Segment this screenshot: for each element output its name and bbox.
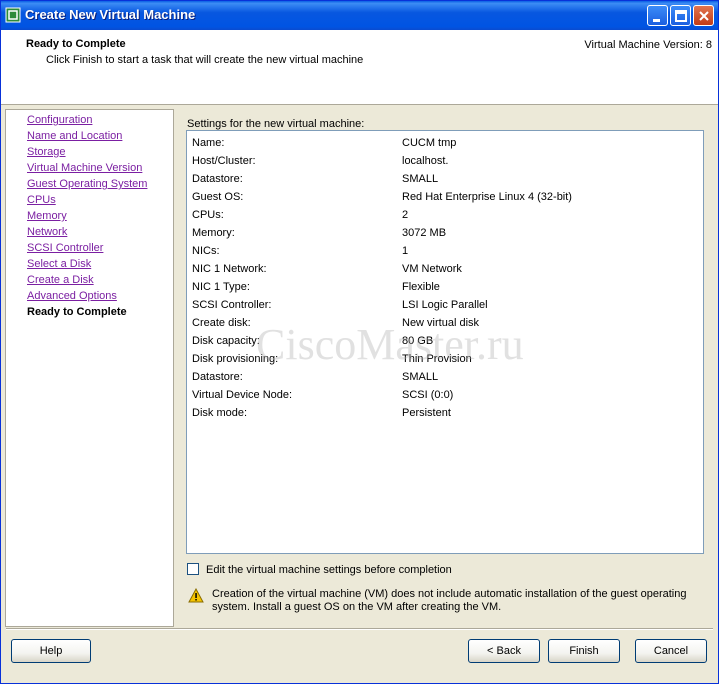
setting-key: Virtual Device Node: [192, 389, 293, 401]
vm-version-label: Virtual Machine Version: 8 [584, 39, 712, 51]
setting-key: CPUs: [192, 209, 224, 221]
setting-key: SCSI Controller: [192, 299, 272, 311]
back-button[interactable]: < Back [468, 639, 540, 663]
help-button[interactable]: Help [11, 639, 91, 663]
page-title: Ready to Complete [26, 38, 126, 50]
setting-value: VM Network [402, 263, 462, 275]
vm-app-icon [5, 7, 21, 23]
settings-row: NIC 1 Type: Flexible [187, 278, 703, 296]
setting-value: 80 GB [402, 335, 434, 347]
edit-settings-checkbox[interactable] [187, 563, 199, 575]
settings-row: NICs: 1 [187, 242, 703, 260]
sidebar-item-configuration[interactable]: Configuration [27, 112, 92, 128]
setting-key: Datastore: [192, 371, 243, 383]
settings-row: Datastore: SMALL [187, 170, 703, 188]
minimize-icon [653, 19, 660, 22]
settings-row: Host/Cluster: localhost. [187, 152, 703, 170]
settings-row: CPUs: 2 [187, 206, 703, 224]
settings-row: Guest OS: Red Hat Enterprise Linux 4 (32-… [187, 188, 703, 206]
setting-key: Disk capacity: [192, 335, 260, 347]
footer-divider [6, 628, 713, 630]
setting-value: Red Hat Enterprise Linux 4 (32-bit) [402, 191, 572, 203]
maximize-icon [675, 10, 687, 22]
settings-summary-box: Name: CUCM tmp Host/Cluster: localhost. Da… [186, 130, 704, 554]
settings-row: Disk capacity: 80 GB [187, 332, 703, 350]
setting-key: Create disk: [192, 317, 251, 329]
sidebar-item-guest-os[interactable]: Guest Operating System [27, 176, 147, 192]
setting-value: 3072 MB [402, 227, 447, 239]
settings-row: Disk provisioning: Thin Provision [187, 350, 703, 368]
window-title: Create New Virtual Machine [25, 7, 196, 22]
warning-icon [188, 588, 204, 603]
setting-key: NIC 1 Type: [192, 281, 250, 293]
sidebar-item-advanced-options[interactable]: Advanced Options [27, 288, 117, 304]
setting-key: Host/Cluster: [192, 155, 256, 167]
wizard-header: Ready to Complete Click Finish to start … [1, 30, 718, 105]
sidebar-item-select-disk[interactable]: Select a Disk [27, 256, 91, 272]
setting-value: Thin Provision [402, 353, 472, 365]
setting-value: LSI Logic Parallel [402, 299, 488, 311]
warning-message: Creation of the virtual machine (VM) doe… [212, 588, 687, 613]
finish-button[interactable]: Finish [548, 639, 620, 663]
setting-key: Memory: [192, 227, 235, 239]
settings-row: Datastore: SMALL [187, 368, 703, 386]
settings-row: Disk mode: Persistent [187, 404, 703, 422]
edit-settings-checkbox-label[interactable]: Edit the virtual machine settings before… [206, 564, 452, 576]
settings-row: Create disk: New virtual disk [187, 314, 703, 332]
setting-value: Persistent [402, 407, 451, 419]
title-bar[interactable]: Create New Virtual Machine [1, 1, 718, 30]
settings-row: Memory: 3072 MB [187, 224, 703, 242]
setting-value: New virtual disk [402, 317, 480, 329]
sidebar-item-create-disk[interactable]: Create a Disk [27, 272, 94, 288]
setting-value: SCSI (0:0) [402, 389, 454, 401]
sidebar-item-name-and-location[interactable]: Name and Location [27, 128, 122, 144]
sidebar-item-vm-version[interactable]: Virtual Machine Version [27, 160, 142, 176]
wizard-steps-sidebar: Configuration Name and Location Storage … [5, 109, 174, 627]
wizard-window: Create New Virtual Machine Ready to Comp… [0, 0, 719, 684]
maximize-button[interactable] [670, 5, 691, 26]
settings-heading: Settings for the new virtual machine: [187, 118, 365, 130]
setting-key: Datastore: [192, 173, 243, 185]
setting-key: Disk provisioning: [192, 353, 279, 365]
settings-row: Virtual Device Node: SCSI (0:0) [187, 386, 703, 404]
setting-value: localhost. [402, 155, 449, 167]
setting-value: 1 [402, 245, 409, 257]
setting-value: SMALL [402, 173, 439, 185]
setting-key: NICs: [192, 245, 220, 257]
setting-value: CUCM tmp [402, 137, 457, 149]
close-icon [699, 11, 709, 21]
settings-row: SCSI Controller: LSI Logic Parallel [187, 296, 703, 314]
sidebar-item-cpus[interactable]: CPUs [27, 192, 56, 208]
settings-row: Name: CUCM tmp [187, 134, 703, 152]
sidebar-item-ready-to-complete: Ready to Complete [27, 306, 127, 318]
setting-key: NIC 1 Network: [192, 263, 267, 275]
setting-value: Flexible [402, 281, 440, 293]
minimize-button[interactable] [647, 5, 668, 26]
setting-key: Disk mode: [192, 407, 248, 419]
close-button[interactable] [693, 5, 714, 26]
setting-value: SMALL [402, 371, 439, 383]
cancel-button[interactable]: Cancel [635, 639, 707, 663]
sidebar-item-storage[interactable]: Storage [27, 144, 66, 160]
page-subtitle: Click Finish to start a task that will c… [46, 54, 364, 66]
setting-key: Guest OS: [192, 191, 244, 203]
setting-key: Name: [192, 137, 225, 149]
setting-value: 2 [402, 209, 409, 221]
sidebar-item-network[interactable]: Network [27, 224, 67, 240]
sidebar-item-memory[interactable]: Memory [27, 208, 67, 224]
settings-row: NIC 1 Network: VM Network [187, 260, 703, 278]
sidebar-item-scsi-controller[interactable]: SCSI Controller [27, 240, 103, 256]
